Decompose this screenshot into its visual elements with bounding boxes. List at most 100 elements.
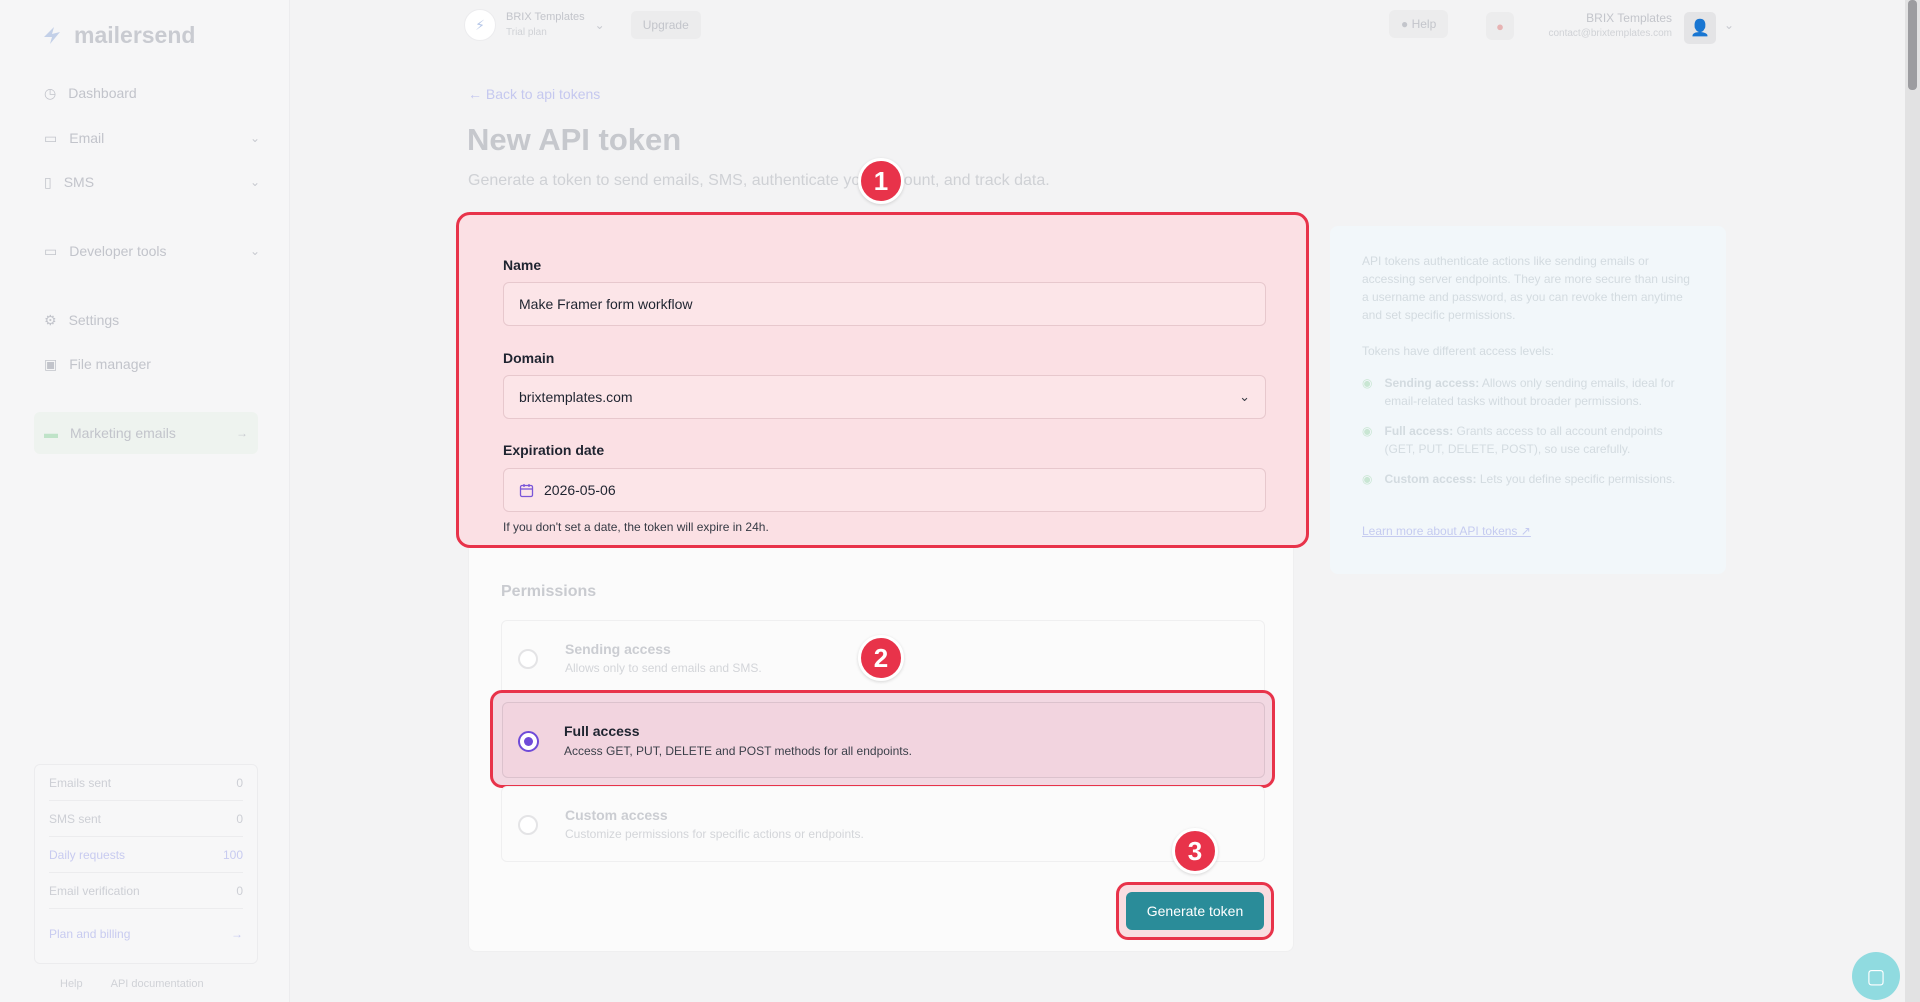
clock-icon: ◷ [44, 84, 57, 101]
help-button[interactable]: ● Help [1389, 10, 1449, 38]
usage-panel: Emails sent 0 SMS sent 0 Daily requests … [34, 764, 258, 964]
generate-token-highlight: Generate token [1116, 882, 1274, 940]
back-to-api-tokens-link[interactable]: ← Back to api tokens [468, 86, 600, 102]
usage-row: Emails sent 0 [49, 765, 243, 801]
permission-description: Allows only to send emails and SMS. [565, 661, 762, 675]
help-link[interactable]: Help [60, 978, 83, 990]
sidebar-item-settings[interactable]: ⚙ Settings [44, 305, 260, 335]
sidebar: mailersend ◷ Dashboard ▭ Email ⌄ ▯ SMS ⌄… [0, 0, 290, 1002]
chevron-down-icon: ⌄ [249, 244, 260, 258]
sidebar-item-marketing-emails[interactable]: ▬ Marketing emails → [34, 412, 258, 454]
sidebar-item-sms[interactable]: ▯ SMS ⌄ [44, 167, 260, 197]
brand-name: mailersend [74, 22, 196, 48]
api-docs-link[interactable]: API documentation [111, 978, 204, 990]
permission-option-full-access[interactable]: Full access Access GET, PUT, DELETE and … [502, 702, 1265, 778]
radio-button[interactable] [518, 815, 538, 835]
mailersend-logo[interactable]: mailersend [40, 22, 195, 49]
help-label: Help [1411, 17, 1437, 31]
folder-icon: ▣ [44, 355, 58, 372]
notifications-bell-icon[interactable]: ● [1486, 12, 1514, 40]
plan-billing-link[interactable]: Plan and billing → [49, 909, 243, 959]
form-fields-highlight: Name Make Framer form workflow Domain br… [456, 212, 1309, 548]
full-access-highlight: Full access Access GET, PUT, DELETE and … [490, 690, 1275, 788]
level-name: Full access: [1384, 424, 1454, 438]
back-link-label: Back to api tokens [485, 86, 601, 102]
arrow-right-icon: → [236, 426, 248, 440]
chevron-down-icon: ⌄ [249, 131, 260, 145]
sidebar-item-email[interactable]: ▭ Email ⌄ [44, 123, 260, 153]
permission-title: Sending access [565, 641, 671, 657]
expiration-hint: If you don't set a date, the token will … [503, 520, 769, 534]
info-level-item: ◉ Custom access: Lets you define specifi… [1362, 470, 1694, 488]
chevron-down-icon: ⌄ [249, 175, 260, 189]
usage-row[interactable]: Daily requests 100 [49, 837, 243, 873]
name-input-value: Make Framer form workflow [519, 296, 693, 312]
check-circle-icon: ◉ [1362, 424, 1373, 438]
expiration-date-value: 2026-05-06 [544, 482, 616, 498]
usage-label: Emails sent [49, 775, 112, 790]
usage-row: Email verification 0 [49, 873, 243, 909]
sidebar-item-label: Marketing emails [70, 425, 176, 441]
usage-value: 0 [236, 775, 243, 790]
usage-value: 100 [222, 847, 243, 862]
question-icon: ● [1401, 17, 1409, 31]
generate-token-button[interactable]: Generate token [1126, 892, 1264, 930]
workspace-info: BRIX Templates Trial plan [506, 10, 585, 40]
sidebar-item-dashboard[interactable]: ◷ Dashboard [44, 78, 260, 108]
level-name: Sending access: [1384, 376, 1480, 390]
usage-value: 0 [236, 883, 243, 898]
workspace-avatar: ⚡ [464, 9, 496, 41]
radio-button[interactable] [518, 649, 538, 669]
radio-button-selected[interactable] [518, 731, 539, 752]
account-name: BRIX Templates [1586, 11, 1672, 25]
chevron-down-icon: ⌄ [594, 18, 605, 32]
plan-billing-label: Plan and billing [49, 927, 131, 941]
workspace-switcher[interactable]: ⚡ BRIX Templates Trial plan ⌄ Upgrade [464, 8, 701, 42]
permission-description: Access GET, PUT, DELETE and POST methods… [564, 744, 912, 758]
chevron-down-icon: ⌄ [1239, 389, 1250, 404]
arrow-right-icon: → [231, 927, 243, 941]
expiration-label: Expiration date [503, 442, 605, 458]
usage-label: SMS sent [49, 811, 102, 826]
domain-select-value: brixtemplates.com [519, 389, 633, 405]
upgrade-button[interactable]: Upgrade [630, 11, 701, 39]
sidebar-item-label: Email [69, 130, 105, 146]
sidebar-item-label: File manager [69, 356, 151, 372]
account-info[interactable]: BRIX Templates contact@brixtemplates.com [1524, 10, 1672, 42]
level-name: Custom access: [1384, 472, 1477, 486]
learn-more-api-tokens-link[interactable]: Learn more about API tokens ↗ [1362, 522, 1531, 540]
info-intro: API tokens authenticate actions like sen… [1362, 254, 1690, 322]
name-input[interactable]: Make Framer form workflow [503, 282, 1266, 326]
workspace-name: BRIX Templates [506, 11, 585, 23]
chat-widget-icon[interactable]: ▢ [1852, 952, 1900, 1000]
usage-label[interactable]: Daily requests [49, 848, 125, 862]
permission-title: Custom access [565, 807, 668, 823]
domain-select[interactable]: brixtemplates.com ⌄ [503, 375, 1266, 419]
check-circle-icon: ◉ [1362, 376, 1373, 390]
mailersend-logo-icon [44, 26, 60, 44]
phone-icon: ▯ [44, 173, 52, 190]
sidebar-item-label: SMS [63, 174, 95, 190]
code-icon: ▭ [44, 242, 58, 259]
usage-label: Email verification [49, 883, 140, 898]
expiration-date-input[interactable]: 2026-05-06 [503, 468, 1266, 512]
sidebar-item-label: Developer tools [69, 243, 167, 259]
step-badge-3: 3 [1172, 828, 1218, 874]
scrollbar-thumb[interactable] [1908, 0, 1917, 90]
workspace-plan: Trial plan [506, 27, 547, 38]
chevron-down-icon[interactable]: ⌄ [1724, 18, 1734, 32]
permission-option-custom-access[interactable]: Custom access Customize permissions for … [501, 786, 1265, 862]
page-subtitle: Generate a token to send emails, SMS, au… [468, 172, 1050, 189]
calendar-icon [519, 483, 534, 498]
level-desc: Lets you define specific permissions. [1479, 472, 1676, 486]
permission-description: Customize permissions for specific actio… [565, 827, 864, 841]
sidebar-item-developer-tools[interactable]: ▭ Developer tools ⌄ [44, 236, 260, 266]
api-token-info-card: API tokens authenticate actions like sen… [1330, 226, 1726, 574]
sidebar-footer: Help API documentation [60, 978, 204, 990]
sidebar-item-file-manager[interactable]: ▣ File manager [44, 349, 260, 379]
usage-value: 0 [236, 811, 243, 826]
gear-icon: ⚙ [44, 311, 57, 328]
user-avatar-icon[interactable]: 👤 [1684, 12, 1716, 44]
name-label: Name [503, 257, 542, 273]
page-scrollbar[interactable] [1905, 0, 1920, 1002]
